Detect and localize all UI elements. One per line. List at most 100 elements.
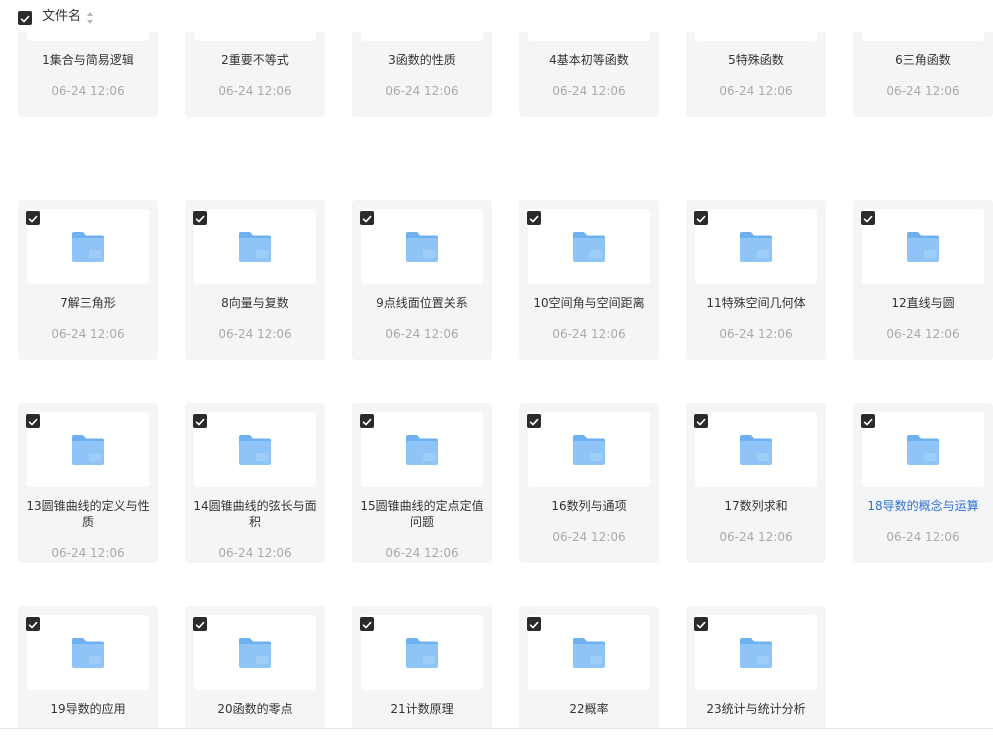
- folder-name[interactable]: 1集合与简易逻辑: [24, 52, 152, 68]
- bottom-divider: [0, 728, 993, 729]
- folder-card[interactable]: 20函数的零点06-24 12:06: [185, 606, 325, 728]
- folder-thumbnail[interactable]: [695, 412, 817, 487]
- sort-icon[interactable]: [86, 10, 94, 24]
- item-checkbox[interactable]: [193, 211, 207, 225]
- folder-thumbnail[interactable]: [528, 615, 650, 690]
- folder-icon: [237, 231, 273, 263]
- item-checkbox[interactable]: [861, 211, 875, 225]
- folder-name[interactable]: 12直线与圆: [859, 295, 987, 311]
- folder-thumbnail[interactable]: [695, 615, 817, 690]
- folder-name[interactable]: 13圆锥曲线的定义与性质: [24, 498, 152, 530]
- item-checkbox[interactable]: [694, 211, 708, 225]
- folder-card[interactable]: 7解三角形 06-24 12:06: [18, 200, 158, 360]
- folder-name[interactable]: 9点线面位置关系: [358, 295, 486, 311]
- folder-card[interactable]: 8向量与复数 06-24 12:06: [185, 200, 325, 360]
- folder-date: 06-24 12:06: [218, 327, 292, 341]
- folder-name[interactable]: 6三角函数: [859, 52, 987, 68]
- folder-name[interactable]: 7解三角形: [24, 295, 152, 311]
- folder-card[interactable]: 13圆锥曲线的定义与性质 06-24 12:06: [18, 403, 158, 563]
- folder-icon: [70, 434, 106, 466]
- item-checkbox[interactable]: [694, 617, 708, 631]
- folder-date: 06-24 12:06: [552, 530, 626, 544]
- folder-thumbnail[interactable]: [361, 209, 483, 284]
- folder-card[interactable]: 23统计与统计分析06-24 12:06: [686, 606, 826, 728]
- folder-date: 06-24 12:06: [385, 546, 459, 560]
- folder-name[interactable]: 2重要不等式: [191, 52, 319, 68]
- folder-name[interactable]: 22概率: [525, 701, 653, 717]
- item-checkbox[interactable]: [861, 414, 875, 428]
- folder-name[interactable]: 10空间角与空间距离: [525, 295, 653, 311]
- folder-card[interactable]: 17数列求和 06-24 12:06: [686, 403, 826, 563]
- folder-thumbnail[interactable]: [361, 615, 483, 690]
- folder-date: 06-24 12:06: [51, 546, 125, 560]
- item-checkbox[interactable]: [26, 617, 40, 631]
- item-checkbox[interactable]: [527, 617, 541, 631]
- folder-date: 06-24 12:06: [385, 84, 459, 98]
- folder-date: 06-24 12:06: [719, 530, 793, 544]
- folder-name[interactable]: 8向量与复数: [191, 295, 319, 311]
- item-checkbox[interactable]: [527, 414, 541, 428]
- folder-name[interactable]: 20函数的零点: [191, 701, 319, 717]
- folder-icon: [404, 637, 440, 669]
- folder-thumbnail[interactable]: [862, 412, 984, 487]
- folder-card[interactable]: 15圆锥曲线的定点定值问题 06-24 12:06: [352, 403, 492, 563]
- folder-name[interactable]: 18导数的概念与运算: [859, 498, 987, 514]
- folder-icon: [571, 231, 607, 263]
- item-checkbox[interactable]: [360, 211, 374, 225]
- folder-icon: [571, 637, 607, 669]
- item-checkbox[interactable]: [26, 414, 40, 428]
- folder-thumbnail[interactable]: [194, 615, 316, 690]
- folder-date: 06-24 12:06: [886, 84, 960, 98]
- folder-thumbnail[interactable]: [27, 412, 149, 487]
- folder-card[interactable]: 19导数的应用06-24 12:06: [18, 606, 158, 728]
- folder-thumbnail[interactable]: [194, 412, 316, 487]
- folder-card[interactable]: 12直线与圆 06-24 12:06: [853, 200, 993, 360]
- folder-card[interactable]: 21计数原理06-24 12:06: [352, 606, 492, 728]
- folder-thumbnail[interactable]: [528, 412, 650, 487]
- list-header: 文件名: [0, 0, 993, 32]
- folder-icon: [70, 231, 106, 263]
- folder-card[interactable]: 9点线面位置关系 06-24 12:06: [352, 200, 492, 360]
- item-checkbox[interactable]: [694, 414, 708, 428]
- column-filename-label[interactable]: 文件名: [42, 9, 81, 25]
- item-checkbox[interactable]: [193, 617, 207, 631]
- folder-name[interactable]: 21计数原理: [358, 701, 486, 717]
- folder-card[interactable]: 18导数的概念与运算 06-24 12:06: [853, 403, 993, 563]
- folder-name[interactable]: 15圆锥曲线的定点定值问题: [358, 498, 486, 530]
- item-checkbox[interactable]: [360, 414, 374, 428]
- folder-thumbnail[interactable]: [27, 615, 149, 690]
- folder-name[interactable]: 23统计与统计分析: [692, 701, 820, 717]
- folder-date: 06-24 12:06: [218, 546, 292, 560]
- folder-name[interactable]: 16数列与通项: [525, 498, 653, 514]
- item-checkbox[interactable]: [193, 414, 207, 428]
- folder-name[interactable]: 11特殊空间几何体: [692, 295, 820, 311]
- folder-thumbnail[interactable]: [361, 412, 483, 487]
- folder-date: 06-24 12:06: [552, 84, 626, 98]
- folder-name[interactable]: 4基本初等函数: [525, 52, 653, 68]
- folder-date: 06-24 12:06: [552, 327, 626, 341]
- item-checkbox[interactable]: [360, 617, 374, 631]
- folder-thumbnail[interactable]: [695, 209, 817, 284]
- folder-name[interactable]: 14圆锥曲线的弦长与面积: [191, 498, 319, 530]
- folder-date: 06-24 12:06: [51, 84, 125, 98]
- folder-card[interactable]: 11特殊空间几何体 06-24 12:06: [686, 200, 826, 360]
- folder-date: 06-24 12:06: [719, 327, 793, 341]
- select-all-checkbox[interactable]: [18, 11, 32, 25]
- folder-name[interactable]: 5特殊函数: [692, 52, 820, 68]
- folder-name[interactable]: 3函数的性质: [358, 52, 486, 68]
- folder-thumbnail[interactable]: [862, 209, 984, 284]
- folder-card[interactable]: 22概率06-24 12:06: [519, 606, 659, 728]
- folder-thumbnail[interactable]: [27, 209, 149, 284]
- folder-card[interactable]: 16数列与通项 06-24 12:06: [519, 403, 659, 563]
- folder-thumbnail[interactable]: [194, 209, 316, 284]
- folder-date: 06-24 12:06: [51, 327, 125, 341]
- item-checkbox[interactable]: [26, 211, 40, 225]
- folder-card[interactable]: 14圆锥曲线的弦长与面积 06-24 12:06: [185, 403, 325, 563]
- item-checkbox[interactable]: [527, 211, 541, 225]
- folder-icon: [738, 637, 774, 669]
- folder-name[interactable]: 19导数的应用: [24, 701, 152, 717]
- folder-thumbnail[interactable]: [528, 209, 650, 284]
- folder-date: 06-24 12:06: [719, 84, 793, 98]
- folder-name[interactable]: 17数列求和: [692, 498, 820, 514]
- folder-card[interactable]: 10空间角与空间距离 06-24 12:06: [519, 200, 659, 360]
